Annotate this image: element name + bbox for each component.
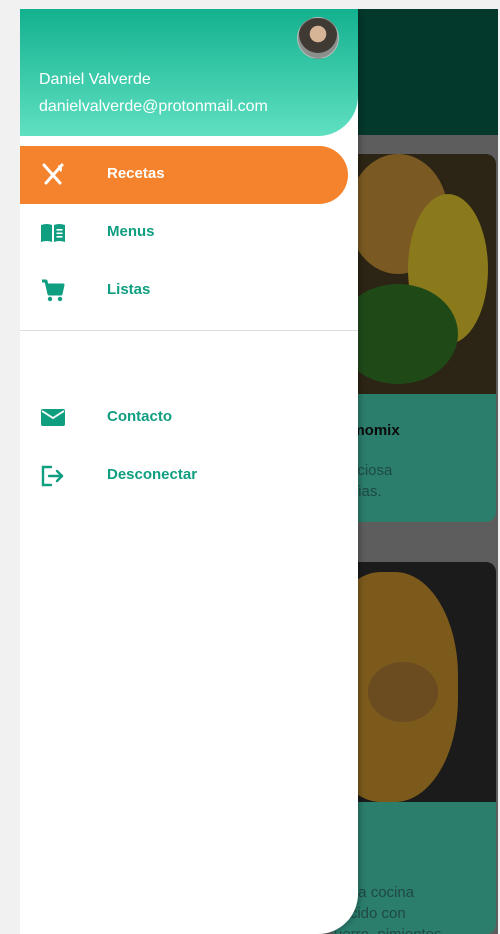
app-screen: hermomix deliciosa pecias. de la cocina … xyxy=(20,9,498,934)
mail-icon xyxy=(40,406,66,430)
utensils-icon xyxy=(40,163,66,187)
menu-item-menus[interactable]: Menus xyxy=(20,204,358,262)
menu-item-label: Contacto xyxy=(107,408,172,425)
drawer-header: Daniel Valverde danielvalverde@protonmai… xyxy=(20,9,358,136)
cart-icon xyxy=(40,279,66,303)
user-email: danielvalverde@protonmail.com xyxy=(39,98,268,115)
navigation-drawer: Daniel Valverde danielvalverde@protonmai… xyxy=(20,9,358,934)
book-icon xyxy=(40,221,66,245)
menu-item-contacto[interactable]: Contacto xyxy=(20,389,358,447)
menu-item-label: Recetas xyxy=(107,165,165,182)
menu-item-desconectar[interactable]: Desconectar xyxy=(20,447,358,505)
menu-item-recetas[interactable]: Recetas xyxy=(20,146,348,204)
drawer-divider xyxy=(20,330,358,331)
user-name: Daniel Valverde xyxy=(39,71,151,88)
menu-item-label: Listas xyxy=(107,281,151,298)
logout-icon xyxy=(40,464,66,488)
menu-item-label: Desconectar xyxy=(107,466,198,483)
menu-item-label: Menus xyxy=(107,223,155,240)
avatar[interactable] xyxy=(297,17,339,59)
menu-item-listas[interactable]: Listas xyxy=(20,262,358,320)
